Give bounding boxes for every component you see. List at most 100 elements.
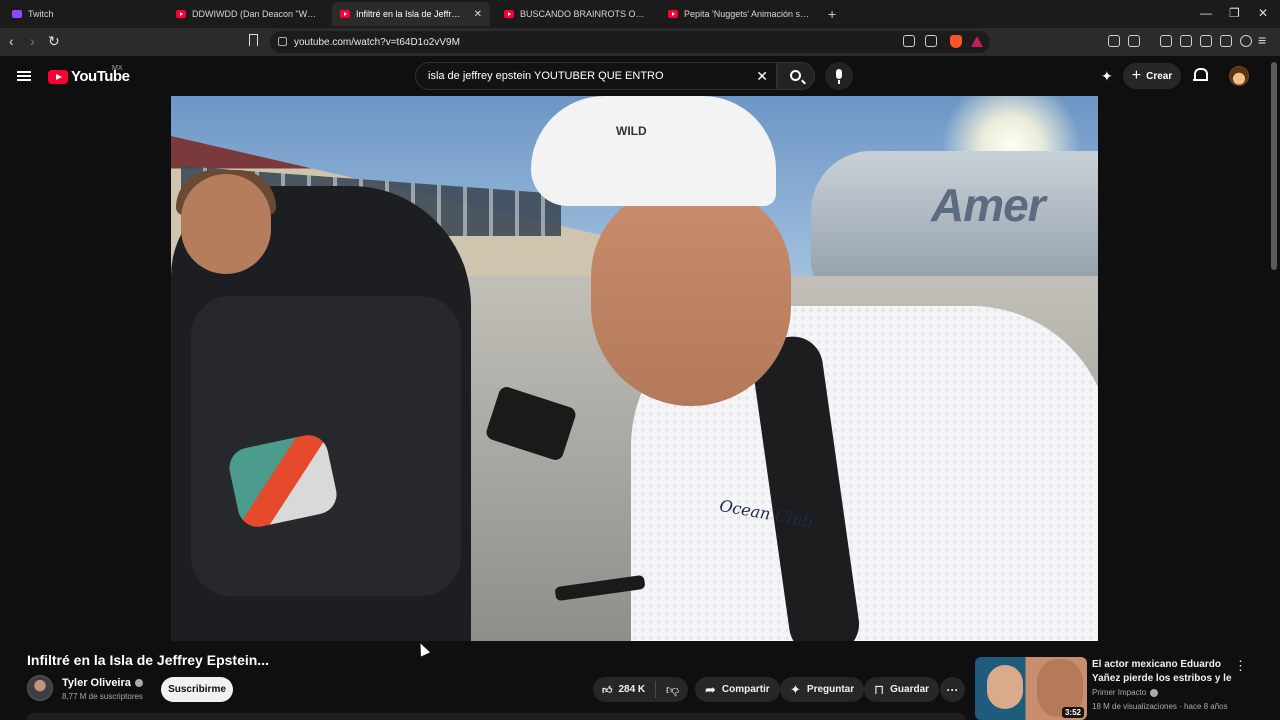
avatar[interactable] bbox=[1229, 66, 1249, 86]
verified-icon bbox=[1150, 688, 1159, 697]
share-page-icon[interactable] bbox=[925, 35, 937, 47]
tab-label: BUSCANDO BRAINROTS OP Y REGAL bbox=[520, 9, 646, 19]
description-box[interactable] bbox=[27, 713, 965, 720]
video-player[interactable]: Amer WILD Ocean Club bbox=[171, 96, 1098, 641]
recommendation-channel[interactable]: Primer Impacto bbox=[1092, 688, 1159, 697]
thumbs-down-icon: 👎︎ bbox=[665, 681, 680, 697]
window-close-icon[interactable]: ✕ bbox=[1258, 6, 1268, 20]
video-title: Infiltré en la Isla de Jeffrey Epstein..… bbox=[27, 652, 269, 668]
youtube-logo[interactable]: YouTube MX bbox=[48, 65, 130, 85]
search-button[interactable] bbox=[777, 62, 815, 90]
youtube-icon bbox=[668, 10, 678, 18]
cap-lettering: WILD bbox=[616, 124, 647, 138]
country-code: MX bbox=[112, 65, 123, 72]
restore-icon[interactable]: ❐ bbox=[1229, 6, 1240, 20]
youtube-header: YouTube MX isla de jeffrey epstein YOUTU… bbox=[0, 56, 1280, 96]
plus-icon: + bbox=[1131, 67, 1142, 84]
tab-label: Pepita 'Nuggets' Animación sobre lo bbox=[684, 9, 812, 19]
reload-icon[interactable]: ↻ bbox=[48, 33, 60, 50]
vpn-icon[interactable] bbox=[1240, 35, 1252, 47]
search-icon bbox=[790, 70, 801, 81]
channel-name[interactable]: Tyler Oliveira bbox=[62, 677, 143, 689]
tab-twitch[interactable]: Twitch bbox=[4, 2, 164, 26]
thumbs-up-icon: 👍︎ bbox=[602, 684, 613, 696]
address-bar[interactable]: youtube.com/watch?v=t64D1o2vV9M bbox=[270, 31, 990, 53]
tab-buscando[interactable]: BUSCANDO BRAINROTS OP Y REGAL bbox=[496, 2, 654, 26]
share-arrow-icon: ➦ bbox=[705, 681, 716, 697]
menu-icon[interactable]: ≡ bbox=[1258, 32, 1266, 48]
video-frame-face bbox=[591, 186, 791, 406]
browser-toolbar: ‹ › ↻ youtube.com/watch?v=t64D1o2vV9M ≡ bbox=[0, 28, 1280, 56]
bookmark-icon[interactable] bbox=[249, 34, 258, 46]
twitch-icon bbox=[12, 10, 22, 18]
more-actions-icon[interactable]: ··· bbox=[940, 677, 965, 702]
ask-button[interactable]: ✦ Preguntar bbox=[780, 677, 865, 702]
save-button[interactable]: ⊓ Guardar bbox=[864, 677, 940, 702]
rewards-icon[interactable] bbox=[971, 36, 983, 47]
url-text: youtube.com/watch?v=t64D1o2vV9M bbox=[294, 36, 460, 48]
sidebar-icon[interactable] bbox=[1180, 35, 1192, 47]
wallet-icon[interactable] bbox=[1128, 35, 1140, 47]
create-button[interactable]: + Crear bbox=[1123, 63, 1181, 89]
video-frame-head bbox=[181, 174, 271, 274]
youtube-play-icon bbox=[48, 69, 68, 84]
recommendation-thumbnail[interactable]: 3:52 bbox=[975, 657, 1087, 720]
mouse-cursor bbox=[415, 641, 431, 657]
page-scrollbar[interactable] bbox=[1271, 62, 1277, 270]
browser-tab-strip: Twitch DDWIWDD (Dan Deacon "When I Was I… bbox=[0, 0, 1280, 28]
recommendation-title[interactable]: El actor mexicano Eduardo Yañez pierde l… bbox=[1092, 658, 1232, 686]
recommendation-meta: 18 M de visualizaciones · hace 8 años bbox=[1092, 702, 1228, 711]
wallet-icon-2[interactable] bbox=[1200, 35, 1212, 47]
extensions-icon[interactable] bbox=[1108, 35, 1120, 47]
tab-infiltre[interactable]: Infiltré en la Isla de Jeffrey Epste ✕ bbox=[332, 2, 490, 26]
leo-ai-icon[interactable] bbox=[1220, 35, 1232, 47]
like-count: 284 K bbox=[618, 684, 646, 695]
back-icon[interactable]: ‹ bbox=[9, 33, 14, 49]
youtube-icon bbox=[340, 10, 350, 18]
subscriber-count: 8,77 M de suscriptores bbox=[62, 692, 143, 701]
channel-avatar[interactable] bbox=[27, 675, 53, 701]
new-tab-button[interactable]: + bbox=[828, 6, 836, 22]
tab-ddwiwdd[interactable]: DDWIWDD (Dan Deacon "When I Was bbox=[168, 2, 326, 26]
channel-name-text: Tyler Oliveira bbox=[62, 677, 131, 689]
video-frame-cap bbox=[531, 96, 776, 206]
media-icon[interactable] bbox=[1160, 35, 1172, 47]
cast-icon[interactable] bbox=[903, 35, 915, 47]
youtube-icon bbox=[504, 10, 514, 18]
search-input[interactable]: isla de jeffrey epstein YOUTUBER QUE ENT… bbox=[415, 62, 777, 90]
airplane-lettering: Amer bbox=[931, 179, 1046, 231]
tab-label: Twitch bbox=[28, 9, 54, 19]
video-duration: 3:52 bbox=[1061, 707, 1084, 718]
tab-label: Infiltré en la Isla de Jeffrey Epste bbox=[356, 9, 464, 19]
forward-icon[interactable]: › bbox=[30, 33, 35, 49]
save-label: Guardar bbox=[890, 684, 930, 695]
thumbnail-person bbox=[987, 665, 1023, 709]
search-query: isla de jeffrey epstein YOUTUBER QUE ENT… bbox=[428, 70, 664, 82]
minimize-icon[interactable]: — bbox=[1200, 6, 1212, 20]
share-label: Compartir bbox=[721, 684, 770, 695]
voice-search-mic-icon[interactable] bbox=[825, 62, 853, 90]
like-dislike-group: 👍︎ 284 K 👎︎ bbox=[593, 677, 688, 702]
dislike-button[interactable]: 👎︎ bbox=[657, 677, 688, 702]
divider bbox=[655, 681, 656, 698]
like-button[interactable]: 👍︎ 284 K bbox=[593, 677, 655, 702]
ai-sparkle-icon[interactable]: ✦ bbox=[1101, 69, 1115, 83]
tab-pepita[interactable]: Pepita 'Nuggets' Animación sobre lo bbox=[660, 2, 820, 26]
ask-label: Preguntar bbox=[806, 684, 855, 695]
tab-label: DDWIWDD (Dan Deacon "When I Was bbox=[192, 9, 318, 19]
recommendation-channel-name: Primer Impacto bbox=[1092, 688, 1147, 697]
sparkle-icon: ✦ bbox=[790, 681, 801, 697]
hamburger-menu-icon[interactable] bbox=[17, 71, 31, 81]
verified-icon bbox=[134, 679, 143, 687]
more-options-icon[interactable]: ⋮ bbox=[1234, 658, 1247, 674]
clear-search-icon[interactable]: ✕ bbox=[756, 68, 768, 85]
create-label: Crear bbox=[1146, 70, 1173, 82]
share-button[interactable]: ➦ Compartir bbox=[695, 677, 780, 702]
close-tab-icon[interactable]: ✕ bbox=[474, 9, 482, 20]
bookmark-save-icon: ⊓ bbox=[874, 681, 885, 697]
notifications-bell-icon[interactable] bbox=[1193, 68, 1208, 83]
brave-shields-icon[interactable] bbox=[950, 35, 962, 48]
subscribe-button[interactable]: Suscribirme bbox=[161, 677, 233, 702]
site-info-icon[interactable] bbox=[278, 37, 287, 46]
youtube-icon bbox=[176, 10, 186, 18]
